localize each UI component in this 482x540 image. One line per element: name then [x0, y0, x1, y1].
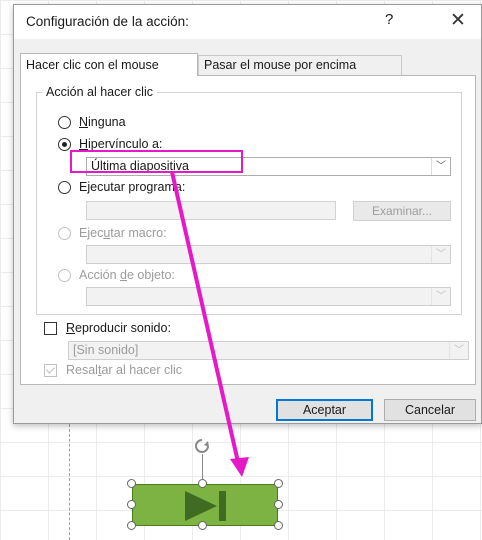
annotation-arrow	[170, 171, 249, 477]
